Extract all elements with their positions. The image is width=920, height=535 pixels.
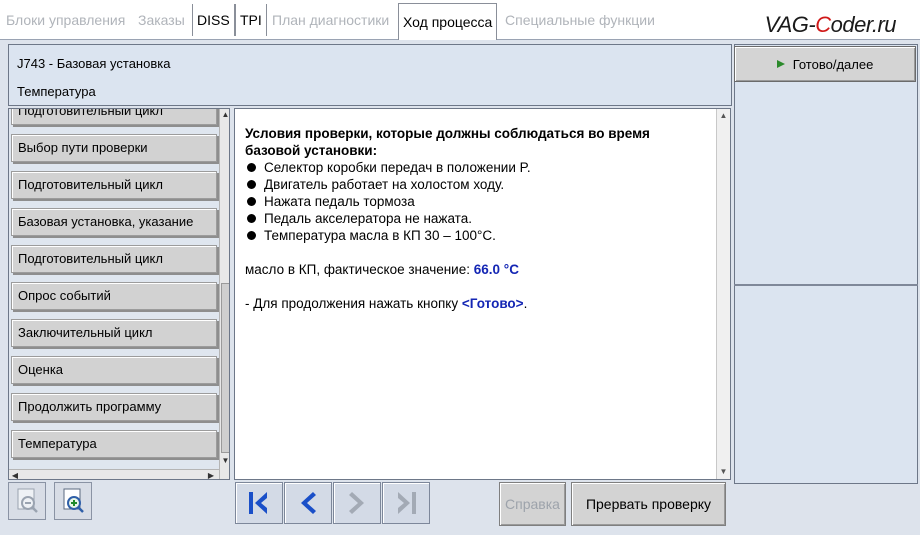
step-item[interactable]: Опрос событий	[11, 282, 217, 310]
bullet-icon	[247, 214, 256, 223]
continue-button-reference: <Готово>	[461, 296, 524, 311]
right-panel-divider	[734, 284, 918, 286]
scroll-right-icon[interactable]: ▶	[205, 470, 217, 479]
condition-item: Температура масла в КП 30 – 100°C.	[245, 227, 705, 244]
conditions-title: Условия проверки, которые должны соблюда…	[245, 126, 650, 158]
info-panel: Условия проверки, которые должны соблюда…	[234, 108, 731, 480]
right-button-panel	[734, 44, 918, 484]
last-icon	[398, 492, 416, 514]
bullet-icon	[247, 197, 256, 206]
scroll-down-icon[interactable]: ▼	[220, 455, 229, 467]
step-item[interactable]: Заключительный цикл	[11, 319, 217, 347]
info-vscroll[interactable]: ▲ ▼	[716, 109, 730, 479]
condition-item: Двигатель работает на холостом ходу.	[245, 176, 705, 193]
condition-item: Педаль акселератора не нажата.	[245, 210, 705, 227]
tab-bar: Блоки управления Заказы DISS TPI План ди…	[0, 0, 920, 41]
step-item[interactable]: Подготовительный цикл	[11, 245, 217, 273]
header-panel: J743 - Базовая установка Температура	[8, 44, 732, 106]
bottom-toolbar	[0, 484, 920, 535]
oil-temperature-value: 66.0 °C	[473, 262, 519, 277]
tab-process[interactable]: Ход процесса	[398, 3, 498, 41]
first-icon	[249, 492, 267, 514]
page-title: J743 - Базовая установка	[17, 56, 171, 71]
scroll-down-icon[interactable]: ▼	[717, 465, 730, 478]
continue-instruction: - Для продолжения нажать кнопку <Готово>…	[245, 296, 528, 311]
condition-item: Нажата педаль тормоза	[245, 193, 705, 210]
bullet-icon	[247, 231, 256, 240]
step-list-hscroll[interactable]: ◀ ▶	[9, 469, 219, 479]
page-subtitle: Температура	[17, 84, 96, 99]
watermark-logo: VAG-Coder.ru	[764, 12, 897, 37]
step-item[interactable]: Выбор пути проверки	[11, 134, 217, 162]
step-item[interactable]: Подготовительный цикл	[11, 171, 217, 199]
scroll-up-icon[interactable]: ▲	[717, 109, 730, 122]
next-step-button[interactable]	[333, 482, 381, 524]
tab-diss[interactable]: DISS	[192, 4, 235, 36]
condition-item: Селектор коробки передач в положении P.	[245, 159, 705, 176]
prev-icon	[301, 492, 316, 514]
play-icon	[776, 60, 785, 68]
previous-step-button[interactable]	[284, 482, 332, 524]
abort-test-button[interactable]: Прервать проверку	[571, 482, 726, 526]
tab-orders[interactable]: Заказы	[134, 4, 189, 36]
tab-tpi[interactable]: TPI	[235, 4, 267, 36]
main-frame: J743 - Базовая установка Температура Гот…	[0, 40, 920, 535]
zoom-in-button[interactable]	[54, 482, 92, 520]
oil-temperature-reading: масло в КП, фактическое значение: 66.0 °…	[245, 262, 519, 277]
scroll-thumb[interactable]	[221, 283, 229, 453]
step-item-current[interactable]: Температура	[11, 430, 217, 458]
zoom-out-icon	[17, 488, 38, 513]
help-button[interactable]: Справка	[499, 482, 566, 526]
next-icon	[349, 492, 364, 514]
step-list-vscroll[interactable]: ▲ ▼	[219, 109, 229, 479]
ready-next-label: Готово/далее	[792, 56, 874, 72]
step-item[interactable]: Продолжить программу	[11, 393, 217, 421]
first-step-button[interactable]	[235, 482, 283, 524]
bullet-icon	[247, 180, 256, 189]
bullet-icon	[247, 163, 256, 172]
zoom-out-button[interactable]	[8, 482, 46, 520]
scroll-up-icon[interactable]: ▲	[220, 109, 229, 121]
step-item[interactable]: Оценка	[11, 356, 217, 384]
step-item[interactable]: Базовая установка, указание	[11, 208, 217, 236]
scroll-left-icon[interactable]: ◀	[9, 470, 21, 479]
step-list: Подготовительный цикл Выбор пути проверк…	[8, 108, 230, 480]
last-step-button[interactable]	[382, 482, 430, 524]
step-item[interactable]: Подготовительный цикл	[11, 109, 217, 125]
ready-next-button[interactable]: Готово/далее	[734, 46, 916, 82]
zoom-in-icon	[63, 488, 84, 513]
tab-diagnostic-plan[interactable]: План диагностики	[268, 4, 393, 36]
tab-special-functions[interactable]: Специальные функции	[501, 4, 659, 36]
tab-control-units[interactable]: Блоки управления	[2, 4, 129, 36]
info-content: Условия проверки, которые должны соблюда…	[245, 125, 705, 312]
